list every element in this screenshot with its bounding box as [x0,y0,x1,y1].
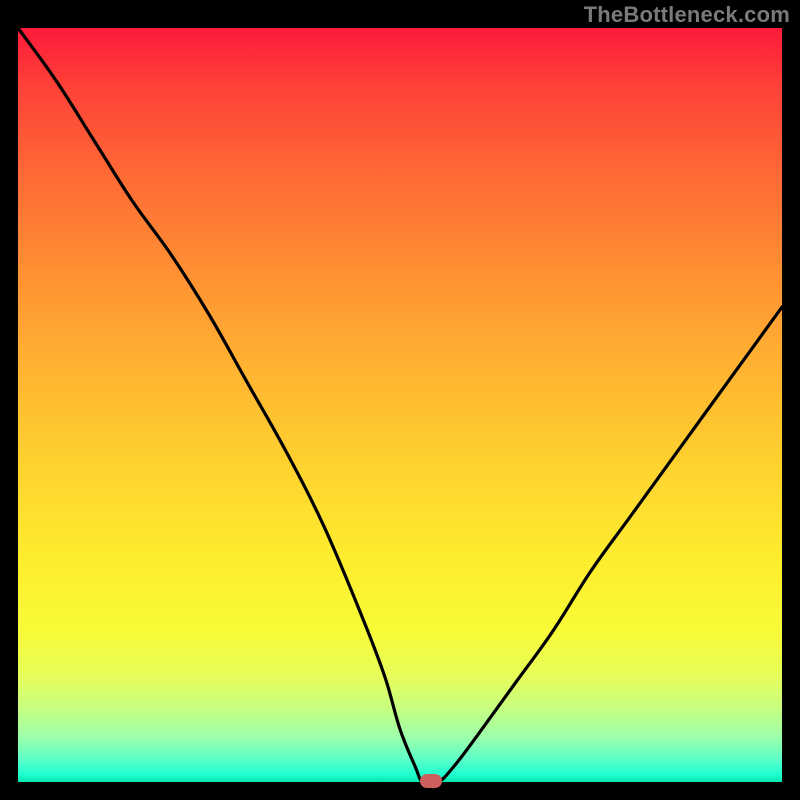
bottleneck-curve [18,28,782,782]
curve-path [18,28,782,782]
chart-frame: TheBottleneck.com [0,0,800,800]
bottleneck-marker [420,774,442,788]
watermark-text: TheBottleneck.com [584,2,790,28]
